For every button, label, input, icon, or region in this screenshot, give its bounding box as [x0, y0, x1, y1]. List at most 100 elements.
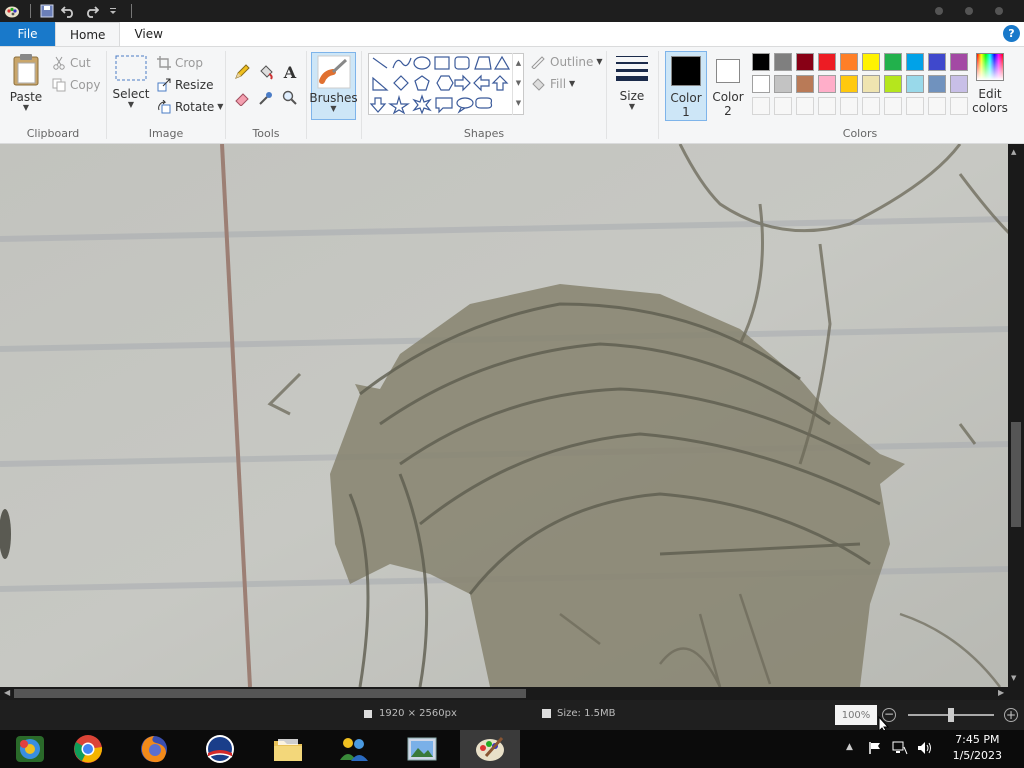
shapes-gallery-icons	[369, 55, 511, 115]
scroll-down-icon[interactable]: ▼	[1011, 674, 1016, 682]
sketch-image[interactable]	[0, 144, 1010, 687]
palette-swatch[interactable]	[906, 75, 924, 93]
custom-color-slot[interactable]	[818, 97, 836, 115]
palette-swatch[interactable]	[796, 53, 814, 71]
edit-colors-button[interactable]: Edit colors	[970, 53, 1010, 123]
palette-swatch[interactable]	[862, 53, 880, 71]
custom-color-slot[interactable]	[796, 97, 814, 115]
vertical-scrollbar[interactable]: ▲ ▼	[1008, 144, 1024, 687]
obama-logo-icon[interactable]	[190, 730, 250, 768]
palette-swatch[interactable]	[818, 53, 836, 71]
fill-button[interactable]: Fill ▼	[530, 74, 575, 94]
show-hidden-icons[interactable]: ▲	[846, 742, 853, 752]
palette-swatch[interactable]	[774, 75, 792, 93]
custom-color-slot[interactable]	[950, 97, 968, 115]
canvas[interactable]	[0, 144, 1010, 687]
chrome-icon[interactable]	[58, 730, 118, 768]
horizontal-scrollbar[interactable]: ◀ ▶	[0, 687, 1024, 700]
palette-swatch[interactable]	[950, 75, 968, 93]
custom-color-slot[interactable]	[906, 97, 924, 115]
crop-button[interactable]: Crop	[157, 53, 203, 73]
palette-swatch[interactable]	[774, 53, 792, 71]
scroll-up-icon[interactable]: ▲	[1011, 148, 1016, 156]
paint-app-icon[interactable]	[2, 1, 22, 21]
paste-button[interactable]: Paste ▼	[6, 53, 46, 121]
palette-swatch[interactable]	[818, 75, 836, 93]
palette-swatch[interactable]	[906, 53, 924, 71]
file-size: Size: 1.5MB	[542, 708, 615, 719]
text-tool-icon[interactable]: A	[280, 62, 300, 82]
chevron-down-icon: ▼	[569, 79, 576, 88]
resize-button[interactable]: Resize	[157, 75, 213, 95]
palette-swatch[interactable]	[796, 75, 814, 93]
volume-icon[interactable]	[917, 741, 933, 758]
network-icon[interactable]	[892, 741, 908, 758]
fill-bucket-icon[interactable]	[256, 62, 276, 82]
custom-color-slot[interactable]	[928, 97, 946, 115]
zoom-level: 100%	[835, 705, 877, 725]
palette-swatch[interactable]	[862, 75, 880, 93]
scroll-right-icon[interactable]: ▶	[998, 688, 1004, 697]
shapes-scroll[interactable]: ▲ ▼ ▼	[512, 53, 524, 115]
action-center-flag-icon[interactable]	[868, 741, 882, 758]
tab-home[interactable]: Home	[55, 22, 121, 46]
save-icon[interactable]	[37, 1, 57, 21]
size-button[interactable]: Size ▼	[612, 53, 652, 123]
help-icon[interactable]: ?	[1003, 25, 1020, 42]
palette-swatch[interactable]	[928, 53, 946, 71]
palette-swatch[interactable]	[884, 53, 902, 71]
zoom-in-icon[interactable]: +	[1004, 708, 1018, 722]
shapes-gallery[interactable]	[368, 53, 524, 115]
firefox-icon[interactable]	[124, 730, 184, 768]
zoom-slider[interactable]	[908, 708, 994, 722]
scroll-left-icon[interactable]: ◀	[4, 688, 10, 697]
zoom-slider-thumb[interactable]	[948, 708, 954, 722]
system-clock[interactable]: 7:45 PM 1/5/2023	[953, 732, 1002, 764]
photo-viewer-icon[interactable]	[392, 730, 452, 768]
palette-swatch[interactable]	[884, 75, 902, 93]
vertical-scroll-thumb[interactable]	[1011, 422, 1021, 527]
tools-group-label: Tools	[252, 127, 280, 140]
undo-icon[interactable]	[59, 1, 79, 21]
select-button[interactable]: Select ▼	[112, 55, 150, 123]
maximize-button[interactable]	[954, 0, 984, 22]
window-controls	[924, 0, 1014, 22]
color-picker-icon[interactable]	[256, 88, 276, 108]
custom-color-slot[interactable]	[774, 97, 792, 115]
media-center-icon[interactable]	[0, 730, 60, 768]
palette-swatch[interactable]	[840, 53, 858, 71]
crop-label: Crop	[175, 56, 204, 70]
horizontal-scroll-thumb[interactable]	[14, 689, 526, 698]
color2-button[interactable]: Color 2	[708, 51, 748, 121]
cut-button[interactable]: Cut	[52, 53, 91, 73]
outline-button[interactable]: Outline ▼	[530, 52, 603, 72]
tab-file[interactable]: File	[0, 22, 55, 46]
pencil-icon[interactable]	[232, 62, 252, 82]
brushes-button[interactable]: Brushes ▼	[309, 52, 358, 120]
custom-color-slot[interactable]	[884, 97, 902, 115]
paste-label: Paste	[9, 90, 43, 104]
custom-color-slot[interactable]	[840, 97, 858, 115]
tab-view[interactable]: View	[120, 22, 176, 46]
magnifier-icon[interactable]	[280, 88, 300, 108]
close-button[interactable]	[984, 0, 1014, 22]
palette-swatch[interactable]	[752, 75, 770, 93]
palette-swatch[interactable]	[950, 53, 968, 71]
custom-color-slot[interactable]	[862, 97, 880, 115]
palette-swatch[interactable]	[928, 75, 946, 93]
eraser-icon[interactable]	[232, 88, 252, 108]
minimize-button[interactable]	[924, 0, 954, 22]
color2-label: Color	[712, 90, 744, 104]
redo-icon[interactable]	[81, 1, 101, 21]
clock-time: 7:45 PM	[955, 733, 1000, 746]
palette-swatch[interactable]	[752, 53, 770, 71]
customize-toolbar-icon[interactable]	[103, 1, 123, 21]
rotate-button[interactable]: Rotate ▼	[157, 97, 223, 117]
file-explorer-icon[interactable]	[258, 730, 318, 768]
palette-swatch[interactable]	[840, 75, 858, 93]
paint-icon[interactable]	[460, 730, 520, 768]
copy-button[interactable]: Copy	[52, 75, 100, 95]
users-icon[interactable]	[324, 730, 384, 768]
custom-color-slot[interactable]	[752, 97, 770, 115]
color1-button[interactable]: Color 1	[665, 51, 707, 121]
